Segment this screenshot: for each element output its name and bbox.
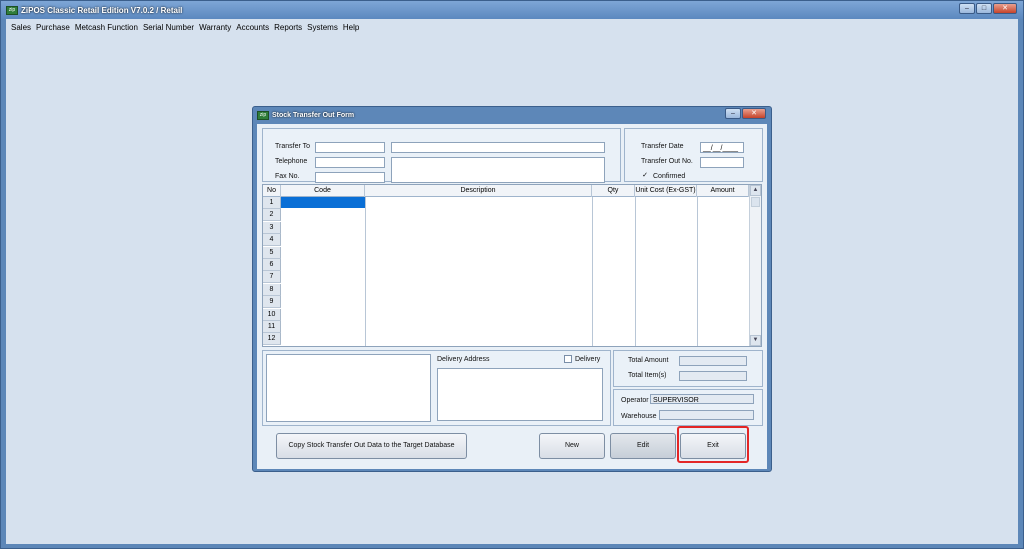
row-number[interactable]: 11 [263, 321, 281, 333]
dialog-title-bar[interactable]: zip Stock Transfer Out Form – ✕ [253, 107, 771, 123]
operator-panel: Operator SUPERVISOR Warehouse [613, 389, 763, 426]
window-title: ZiPOS Classic Retail Edition V7.0.2 / Re… [21, 5, 183, 15]
items-grid[interactable]: No Code Description Qty Unit Cost (Ex-GS… [262, 184, 762, 347]
transfer-date-label: Transfer Date [641, 143, 684, 150]
operator-field: SUPERVISOR [650, 394, 754, 404]
col-description[interactable]: Description [365, 185, 592, 197]
col-no[interactable]: No [263, 185, 281, 197]
warehouse-label: Warehouse [621, 413, 657, 420]
title-bar[interactable]: zip ZiPOS Classic Retail Edition V7.0.2 … [1, 1, 1023, 19]
total-items-field [679, 371, 747, 381]
dialog-body: Transfer To Telephone Fax No. Transfer D… [257, 124, 767, 469]
new-button[interactable]: New [539, 433, 605, 459]
delivery-checkbox[interactable] [564, 355, 572, 363]
col-divider [697, 197, 698, 346]
grid-header: No Code Description Qty Unit Cost (Ex-GS… [263, 185, 749, 197]
transfer-to-name-input[interactable] [391, 142, 605, 153]
minimize-button[interactable]: – [959, 3, 975, 14]
stock-transfer-out-dialog: zip Stock Transfer Out Form – ✕ Transfer… [252, 106, 772, 472]
edit-button[interactable]: Edit [610, 433, 676, 459]
zipos-app-icon: zip [6, 5, 18, 15]
fax-label: Fax No. [275, 173, 300, 180]
scroll-down-icon[interactable]: ▼ [750, 335, 761, 346]
row-number[interactable]: 7 [263, 271, 281, 284]
dialog-minimize-button[interactable]: – [725, 108, 741, 119]
menu-metcash-function[interactable]: Metcash Function [75, 23, 138, 32]
row-number[interactable]: 4 [263, 234, 281, 247]
menu-systems[interactable]: Systems [307, 23, 338, 32]
row-number[interactable]: 5 [263, 246, 281, 259]
row-number[interactable]: 3 [263, 221, 281, 234]
col-divider [592, 197, 593, 346]
operator-value: SUPERVISOR [653, 397, 699, 404]
delivery-label: Delivery [575, 356, 601, 363]
close-button[interactable]: ✕ [993, 3, 1017, 14]
grid-scrollbar[interactable]: ▲ ▼ [749, 185, 761, 346]
transfer-to-label: Transfer To [275, 143, 311, 150]
row-number[interactable]: 8 [263, 283, 281, 296]
menu-sales[interactable]: Sales [11, 23, 31, 32]
col-divider [365, 197, 366, 346]
row-number[interactable]: 12 [263, 333, 281, 346]
col-amount[interactable]: Amount [697, 185, 749, 197]
memo-input[interactable] [266, 354, 431, 422]
selected-code-cell[interactable] [281, 197, 365, 208]
warehouse-field [659, 410, 754, 420]
transfer-info-panel: Transfer Date __/__/____ Transfer Out No… [624, 128, 763, 182]
operator-label: Operator [621, 397, 649, 404]
transfer-date-value: __/__/____ [703, 145, 739, 152]
total-amount-field [679, 356, 747, 366]
delivery-address-label: Delivery Address [437, 356, 490, 363]
col-qty[interactable]: Qty [592, 185, 635, 197]
fax-input[interactable] [315, 172, 385, 183]
exit-highlight-box [677, 426, 749, 463]
dialog-title: Stock Transfer Out Form [272, 111, 355, 119]
copy-to-target-database-button[interactable]: Copy Stock Transfer Out Data to the Targ… [276, 433, 467, 459]
col-code[interactable]: Code [281, 185, 365, 197]
maximize-button[interactable]: □ [976, 3, 992, 14]
transfer-out-no-input[interactable] [700, 157, 744, 168]
menu-bar: Sales Purchase Metcash Function Serial N… [6, 19, 1018, 35]
delivery-address-input[interactable] [437, 368, 603, 421]
row-number[interactable]: 6 [263, 259, 281, 271]
transfer-out-no-label: Transfer Out No. [641, 158, 693, 165]
row-number[interactable]: 9 [263, 296, 281, 309]
menu-help[interactable]: Help [343, 23, 359, 32]
confirmed-checkbox[interactable]: ✓ [641, 172, 649, 181]
confirmed-label: Confirmed [653, 173, 686, 180]
row-number[interactable]: 10 [263, 308, 281, 321]
menu-warranty[interactable]: Warranty [199, 23, 231, 32]
col-divider [635, 197, 636, 346]
telephone-label: Telephone [275, 158, 308, 165]
menu-reports[interactable]: Reports [274, 23, 302, 32]
scroll-up-icon[interactable]: ▲ [750, 185, 761, 196]
delivery-panel: Delivery Address Delivery [262, 350, 611, 426]
menu-serial-number[interactable]: Serial Number [143, 23, 194, 32]
totals-panel: Total Amount Total Item(s) [613, 350, 763, 387]
address-input[interactable] [391, 157, 605, 183]
zipos-app-icon: zip [257, 110, 269, 120]
dialog-close-button[interactable]: ✕ [742, 108, 766, 119]
menu-accounts[interactable]: Accounts [236, 23, 269, 32]
transfer-to-panel: Transfer To Telephone Fax No. [262, 128, 621, 183]
menu-purchase[interactable]: Purchase [36, 23, 70, 32]
row-number[interactable]: 2 [263, 209, 281, 222]
col-unit-cost[interactable]: Unit Cost (Ex-GST) [635, 185, 697, 197]
transfer-date-input[interactable]: __/__/____ [700, 142, 744, 153]
telephone-input[interactable] [315, 157, 385, 168]
total-items-label: Total Item(s) [628, 372, 667, 379]
total-amount-label: Total Amount [628, 357, 669, 364]
transfer-to-input[interactable] [315, 142, 385, 153]
row-number[interactable]: 1 [263, 197, 281, 209]
scroll-thumb[interactable] [751, 197, 760, 207]
